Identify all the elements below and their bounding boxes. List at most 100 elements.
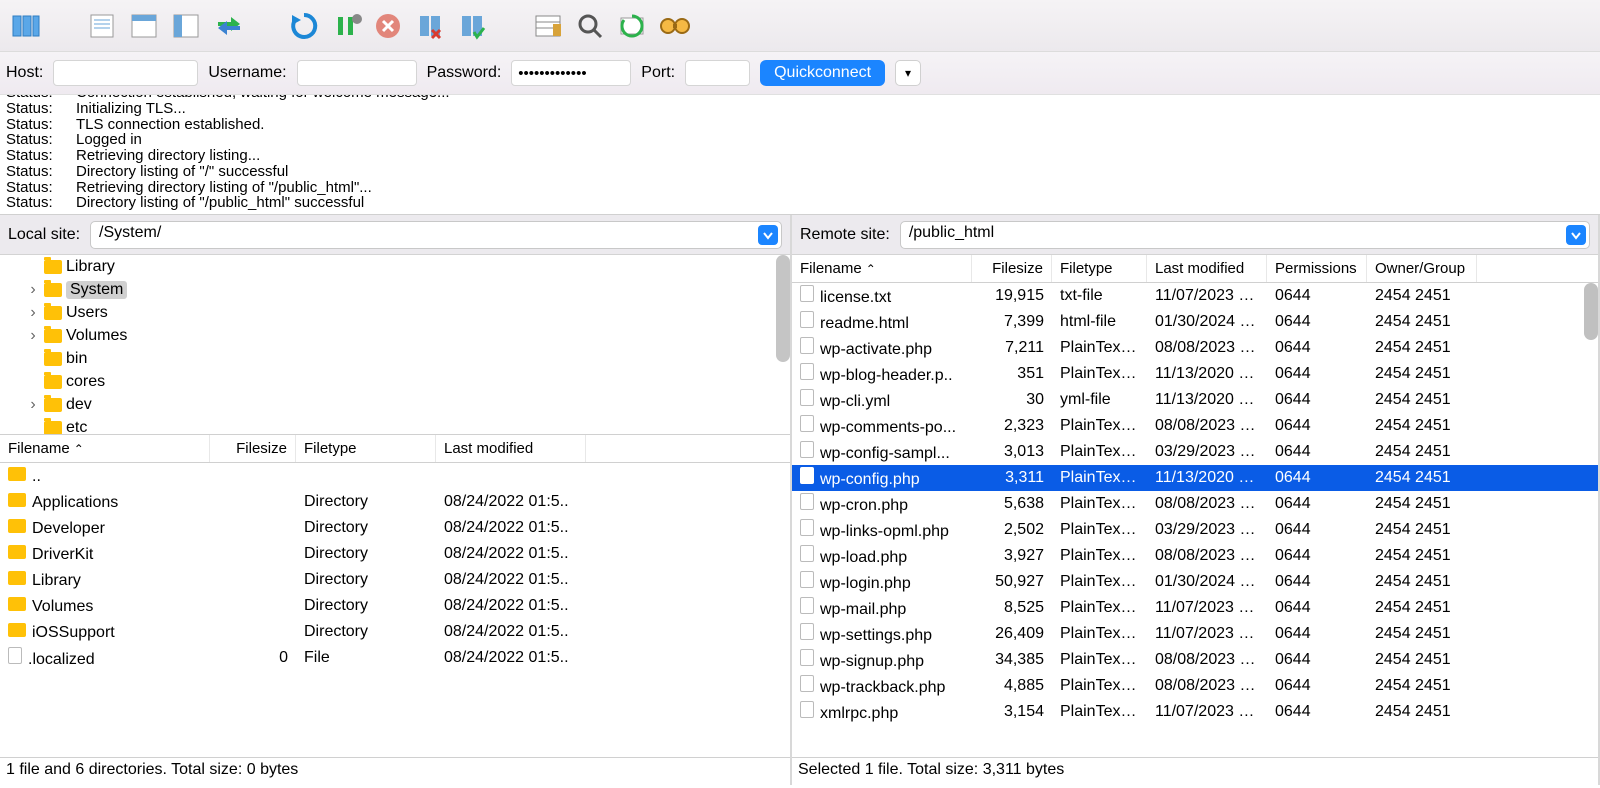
caret-icon[interactable]: ›: [26, 396, 40, 414]
list-item[interactable]: wp-links-opml.php2,502PlainTextT...03/29…: [792, 517, 1598, 543]
filename: wp-mail.php: [820, 601, 906, 618]
log-row: Status:TLS connection established.: [6, 117, 1594, 133]
col-filesize[interactable]: Filesize: [210, 435, 296, 462]
rcol-filesize[interactable]: Filesize: [972, 255, 1052, 282]
list-item[interactable]: DeveloperDirectory08/24/2022 01:5..: [0, 515, 790, 541]
search-icon[interactable]: [572, 8, 608, 44]
scrollbar[interactable]: [1584, 283, 1598, 340]
tree-item[interactable]: bin: [0, 347, 790, 370]
refresh-icon[interactable]: [286, 8, 322, 44]
list-item[interactable]: wp-signup.php34,385PlainTextT...08/08/20…: [792, 647, 1598, 673]
tree-item[interactable]: cores: [0, 370, 790, 393]
rcol-perm[interactable]: Permissions: [1267, 255, 1367, 282]
list-item[interactable]: xmlrpc.php3,154PlainTextT...11/07/2023 1…: [792, 699, 1598, 725]
lastmod: 08/24/2022 01:5..: [436, 623, 586, 641]
remote-path-input[interactable]: /public_html: [900, 221, 1590, 249]
transfer-icon[interactable]: [210, 8, 246, 44]
filter-icon[interactable]: [530, 8, 566, 44]
tree-label: cores: [66, 373, 105, 391]
list-item[interactable]: wp-activate.php7,211PlainTextT...08/08/2…: [792, 335, 1598, 361]
find-icon[interactable]: [656, 8, 692, 44]
list-item[interactable]: .localized0File08/24/2022 01:5..: [0, 645, 790, 671]
caret-icon[interactable]: ›: [26, 281, 40, 299]
list-item[interactable]: wp-config.php3,311PlainTextT...11/13/202…: [792, 465, 1598, 491]
file-icon: [800, 363, 814, 380]
cancel-icon[interactable]: [370, 8, 406, 44]
local-tree[interactable]: Library ›System›Users›Volumesbin cores ›dev…: [0, 255, 790, 435]
quickconnect-button[interactable]: Quickconnect: [760, 60, 885, 86]
remote-site-bar: Remote site: /public_html: [792, 215, 1598, 255]
list-item[interactable]: VolumesDirectory08/24/2022 01:5..: [0, 593, 790, 619]
list-item[interactable]: wp-trackback.php4,885PlainTextT...08/08/…: [792, 673, 1598, 699]
rcol-filetype[interactable]: Filetype: [1052, 255, 1147, 282]
file-icon: [800, 623, 814, 640]
list-item[interactable]: wp-blog-header.p..351PlainTextT...11/13/…: [792, 361, 1598, 387]
togglequeue-icon[interactable]: [168, 8, 204, 44]
list-item[interactable]: iOSSupportDirectory08/24/2022 01:5..: [0, 619, 790, 645]
lastmod: 08/24/2022 01:5..: [436, 571, 586, 589]
file-icon: [800, 545, 814, 562]
message-log[interactable]: Status:Connection established, waiting f…: [0, 95, 1600, 215]
password-input[interactable]: [511, 60, 631, 86]
list-item[interactable]: wp-comments-po...2,323PlainTextT...08/08…: [792, 413, 1598, 439]
list-item[interactable]: wp-load.php3,927PlainTextT...08/08/2023 …: [792, 543, 1598, 569]
tree-item[interactable]: etc: [0, 416, 790, 435]
rcol-lastmod[interactable]: Last modified: [1147, 255, 1267, 282]
list-item[interactable]: wp-cron.php5,638PlainTextT...08/08/2023 …: [792, 491, 1598, 517]
compare-icon[interactable]: [614, 8, 650, 44]
tree-item[interactable]: ›Volumes: [0, 324, 790, 347]
username-input[interactable]: [297, 60, 417, 86]
lastmod: 11/07/2023 1...: [1147, 599, 1267, 617]
filetype: html-file: [1052, 313, 1147, 331]
ownergroup: 2454 2451: [1367, 313, 1477, 331]
list-item[interactable]: ApplicationsDirectory08/24/2022 01:5..: [0, 489, 790, 515]
tree-label: Library: [66, 258, 115, 276]
col-lastmod[interactable]: Last modified: [436, 435, 586, 462]
list-item[interactable]: readme.html7,399html-file01/30/2024 1...…: [792, 309, 1598, 335]
caret-icon[interactable]: ›: [26, 327, 40, 345]
reconnect-icon[interactable]: [454, 8, 490, 44]
toggletree-icon[interactable]: [126, 8, 162, 44]
local-path-dropdown[interactable]: [758, 225, 778, 245]
caret-icon[interactable]: ›: [26, 304, 40, 322]
permissions: 0644: [1267, 703, 1367, 721]
list-item[interactable]: ..: [0, 463, 790, 489]
password-label: Password:: [427, 64, 502, 82]
togglelog-icon[interactable]: [84, 8, 120, 44]
list-item[interactable]: LibraryDirectory08/24/2022 01:5..: [0, 567, 790, 593]
rcol-filename[interactable]: Filename ⌃: [792, 255, 972, 282]
list-item[interactable]: wp-mail.php8,525PlainTextT...11/07/2023 …: [792, 595, 1598, 621]
tree-item[interactable]: Library: [0, 255, 790, 278]
col-filetype[interactable]: Filetype: [296, 435, 436, 462]
disconnect-icon[interactable]: [412, 8, 448, 44]
col-filename[interactable]: Filename ⌃: [0, 435, 210, 462]
rcol-owner[interactable]: Owner/Group: [1367, 255, 1477, 282]
list-item[interactable]: wp-login.php50,927PlainTextT...01/30/202…: [792, 569, 1598, 595]
scrollbar[interactable]: [776, 255, 790, 362]
log-msg: TLS connection established.: [76, 117, 264, 133]
permissions: 0644: [1267, 547, 1367, 565]
local-list[interactable]: ..ApplicationsDirectory08/24/2022 01:5..…: [0, 463, 790, 757]
tree-item[interactable]: ›dev: [0, 393, 790, 416]
sitemanager-icon[interactable]: [8, 8, 44, 44]
log-row: Status:Directory listing of "/" successf…: [6, 164, 1594, 180]
file-icon: [800, 493, 814, 510]
tree-item[interactable]: ›Users: [0, 301, 790, 324]
processqueue-icon[interactable]: [328, 8, 364, 44]
list-item[interactable]: wp-settings.php26,409PlainTextT...11/07/…: [792, 621, 1598, 647]
local-path-input[interactable]: /System/: [90, 221, 782, 249]
list-item[interactable]: wp-config-sampl...3,013PlainTextT...03/2…: [792, 439, 1598, 465]
file-icon: [800, 441, 814, 458]
remote-path-dropdown[interactable]: [1566, 225, 1586, 245]
list-item[interactable]: wp-cli.yml30yml-file11/13/2020 1...06442…: [792, 387, 1598, 413]
filesize: 7,211: [972, 339, 1052, 357]
host-input[interactable]: [53, 60, 198, 86]
tree-item[interactable]: ›System: [0, 278, 790, 301]
remote-list[interactable]: license.txt19,915txt-file11/07/2023 1...…: [792, 283, 1598, 757]
filename: wp-activate.php: [820, 341, 932, 358]
local-site-bar: Local site: /System/: [0, 215, 790, 255]
port-input[interactable]: [685, 60, 750, 86]
quickconnect-dropdown[interactable]: ▾: [895, 60, 921, 86]
list-item[interactable]: DriverKitDirectory08/24/2022 01:5..: [0, 541, 790, 567]
list-item[interactable]: license.txt19,915txt-file11/07/2023 1...…: [792, 283, 1598, 309]
